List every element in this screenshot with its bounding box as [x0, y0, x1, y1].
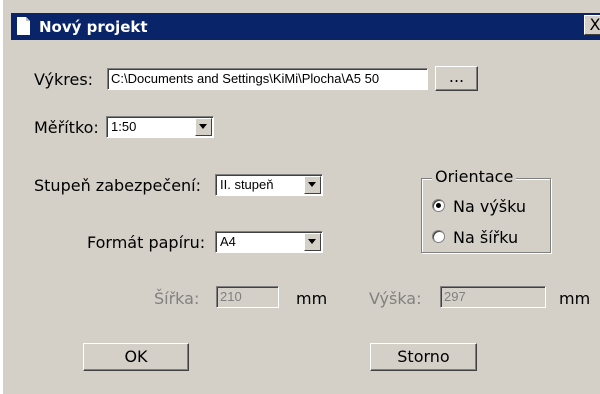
- document-icon: [17, 17, 30, 35]
- paper-format-select[interactable]: A4: [215, 231, 323, 253]
- security-dropdown-button[interactable]: [304, 176, 321, 194]
- dialog-window: Nový projekt X Výkres: C:\Documents and …: [3, 0, 600, 394]
- paper-format-dropdown-button[interactable]: [304, 233, 321, 251]
- security-select[interactable]: II. stupeň: [215, 174, 323, 196]
- ok-button[interactable]: OK: [83, 343, 189, 371]
- drawing-path-input[interactable]: C:\Documents and Settings\KiMi\Plocha\A5…: [107, 68, 428, 90]
- height-unit: mm: [559, 289, 591, 308]
- title-bar[interactable]: Nový projekt X: [11, 13, 600, 40]
- drawing-label: Výkres:: [34, 70, 94, 89]
- paper-format-value: A4: [220, 234, 236, 249]
- portrait-radio[interactable]: [432, 199, 445, 212]
- width-unit: mm: [296, 289, 328, 308]
- cancel-button[interactable]: Storno: [370, 343, 477, 371]
- landscape-radio[interactable]: [432, 230, 445, 243]
- width-label: Šířka:: [154, 289, 200, 308]
- orientation-landscape-option[interactable]: Na šířku: [432, 228, 547, 247]
- scale-dropdown-button[interactable]: [195, 118, 212, 136]
- security-value: II. stupeň: [220, 177, 274, 192]
- close-button[interactable]: X: [584, 15, 600, 35]
- height-input: 297: [440, 286, 546, 308]
- orientation-group: Orientace Na výšku Na šířku: [421, 167, 551, 253]
- orientation-legend: Orientace: [432, 167, 517, 186]
- scale-value: 1:50: [111, 119, 137, 134]
- landscape-label: Na šířku: [453, 228, 519, 247]
- height-label: Výška:: [369, 289, 422, 308]
- window-title: Nový projekt: [39, 18, 148, 36]
- browse-button[interactable]: ...: [435, 66, 478, 91]
- chevron-down-icon: [308, 182, 316, 187]
- chevron-down-icon: [199, 124, 207, 129]
- paper-format-label: Formát papíru:: [87, 233, 206, 252]
- scale-select[interactable]: 1:50: [106, 116, 214, 138]
- portrait-label: Na výšku: [453, 197, 527, 216]
- width-input: 210: [216, 286, 279, 308]
- orientation-portrait-option[interactable]: Na výšku: [432, 197, 547, 216]
- scale-label: Měřítko:: [34, 118, 99, 137]
- security-label: Stupeň zabezpečení:: [34, 176, 202, 195]
- chevron-down-icon: [308, 239, 316, 244]
